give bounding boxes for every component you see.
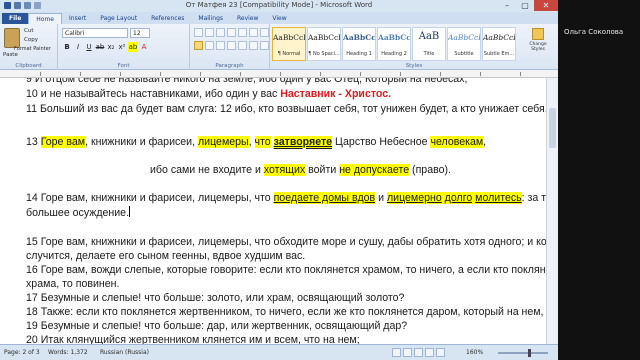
zoom-level[interactable]: 160%: [466, 349, 483, 356]
clipboard-group-label: Clipboard: [15, 63, 42, 69]
change-styles-icon: [532, 28, 544, 40]
style-heading-1[interactable]: AaBbCc Heading 1: [342, 27, 376, 61]
line-spacing-icon[interactable]: [238, 41, 247, 50]
minimize-button[interactable]: –: [498, 0, 516, 11]
language-indicator[interactable]: Russian (Russia): [100, 349, 149, 356]
strikethrough-icon[interactable]: ab: [95, 42, 105, 52]
paragraph-group-label: Paragraph: [215, 63, 244, 69]
font-group: Calibri 12 B I U ab x₂ x² ab A Font: [58, 24, 190, 70]
superscript-icon[interactable]: x²: [117, 42, 127, 52]
tab-file[interactable]: File: [2, 13, 29, 24]
window-title: От Матфея 23 [Compatibility Mode] - Micr…: [185, 1, 373, 9]
video-call-panel: Ольга Соколова: [558, 0, 640, 360]
paste-icon[interactable]: [4, 28, 20, 48]
zoom-slider-knob[interactable]: [528, 349, 531, 357]
paragraph-group: Paragraph: [190, 24, 270, 70]
ribbon-tabs: File Home Insert Page Layout References …: [0, 12, 558, 24]
horizontal-ruler[interactable]: [0, 70, 558, 78]
tab-insert[interactable]: Insert: [62, 13, 93, 24]
verse-16-continuation: храма, то повинен.: [26, 278, 120, 290]
style-heading-2[interactable]: AaBbCc Heading 2: [377, 27, 411, 61]
align-right-icon[interactable]: [216, 41, 225, 50]
shading-icon[interactable]: [249, 41, 258, 50]
style-no-spacing[interactable]: AaBbCcDc ¶ No Spaci...: [307, 27, 341, 61]
verse-14: 14 Горе вам, книжники и фарисеи, лицемер…: [26, 192, 546, 204]
view-buttons: [392, 348, 445, 357]
tab-mailings[interactable]: Mailings: [191, 13, 230, 24]
verse-11: 11 Больший из вас да будет вам слуга: 12…: [26, 103, 546, 115]
verse-10: 10 и не называйтесь наставниками, ибо од…: [26, 88, 392, 100]
numbering-icon[interactable]: [205, 28, 214, 37]
format-painter-button[interactable]: Format Painter: [14, 46, 51, 52]
participant-name: Ольга Соколова: [564, 28, 624, 36]
document-page[interactable]: 9 И отцом себе не называйте никого на зе…: [0, 78, 546, 344]
tab-references[interactable]: References: [144, 13, 191, 24]
bullets-icon[interactable]: [194, 28, 203, 37]
tab-review[interactable]: Review: [230, 13, 265, 24]
verse-19: 19 Безумные и слепые! что больше: дар, и…: [26, 320, 408, 332]
font-group-label: Font: [117, 63, 130, 69]
verse-15-continuation: случится, делаете его сыном геенны, вдво…: [26, 250, 306, 262]
text-cursor: [129, 206, 131, 217]
page-count[interactable]: Page: 2 of 3: [4, 349, 40, 356]
align-center-icon[interactable]: [205, 41, 214, 50]
word-window: От Матфея 23 [Compatibility Mode] - Micr…: [0, 0, 558, 360]
tab-page-layout[interactable]: Page Layout: [93, 13, 144, 24]
copy-button[interactable]: Copy: [24, 37, 38, 43]
verse-18: 18 Также: если кто поклянется жертвенник…: [26, 306, 546, 318]
clipboard-group: Paste Cut Copy Format Painter Clipboard: [0, 24, 58, 70]
font-color-icon[interactable]: A: [139, 42, 149, 52]
verse-15: 15 Горе вам, книжники и фарисеи, лицемер…: [26, 236, 546, 248]
increase-indent-icon[interactable]: [238, 28, 247, 37]
align-left-icon[interactable]: [194, 41, 203, 50]
subscript-icon[interactable]: x₂: [106, 42, 116, 52]
justify-icon[interactable]: [227, 41, 236, 50]
verse-13: 13 Горе вам, книжники и фарисеи, лицемер…: [26, 136, 487, 148]
tab-home[interactable]: Home: [28, 13, 62, 24]
highlight-icon[interactable]: ab: [128, 42, 138, 52]
full-screen-button[interactable]: [403, 348, 412, 357]
close-button[interactable]: ✕: [534, 0, 558, 11]
style-normal[interactable]: AaBbCcDc ¶ Normal: [272, 27, 306, 61]
title-bar: От Матфея 23 [Compatibility Mode] - Micr…: [0, 0, 558, 12]
borders-icon[interactable]: [260, 41, 269, 50]
paste-label[interactable]: Paste: [3, 52, 18, 58]
outline-button[interactable]: [425, 348, 434, 357]
styles-group-label: Styles: [405, 63, 423, 69]
style-subtle-emphasis[interactable]: AaBbCcDc Subtle Em...: [482, 27, 516, 61]
zoom-slider[interactable]: [498, 349, 548, 357]
styles-gallery: AaBbCcDc ¶ Normal AaBbCcDc ¶ No Spaci...…: [272, 27, 516, 61]
underline-icon[interactable]: U: [84, 42, 94, 52]
ribbon: Paste Cut Copy Format Painter Clipboard …: [0, 24, 558, 70]
verse-14-continuation: большее осуждение.: [26, 206, 131, 219]
multilevel-list-icon[interactable]: [216, 28, 225, 37]
change-styles-button[interactable]: Change Styles: [523, 28, 553, 58]
tab-view[interactable]: View: [265, 13, 293, 24]
style-title[interactable]: AaB Title: [412, 27, 446, 61]
print-layout-button[interactable]: [392, 348, 401, 357]
scrollbar-thumb[interactable]: [549, 108, 556, 148]
draft-button[interactable]: [436, 348, 445, 357]
bold-icon[interactable]: B: [62, 42, 72, 52]
cut-button[interactable]: Cut: [24, 28, 33, 34]
web-layout-button[interactable]: [414, 348, 423, 357]
verse-20: 20 Итак клянущийся жертвенником клянется…: [26, 334, 360, 344]
style-subtitle[interactable]: AaBbCcI Subtitle: [447, 27, 481, 61]
verse-17: 17 Безумные и слепые! что больше: золото…: [26, 292, 405, 304]
sort-icon[interactable]: [249, 28, 258, 37]
vertical-scrollbar[interactable]: [546, 78, 558, 344]
font-name-box[interactable]: Calibri: [62, 28, 128, 38]
font-size-box[interactable]: 12: [130, 28, 150, 38]
highlighted-teacher: Наставник - Христос.: [280, 88, 392, 100]
verse-16: 16 Горе вам, вожди слепые, которые говор…: [26, 264, 546, 276]
italic-icon[interactable]: I: [73, 42, 83, 52]
change-styles-label: Change Styles: [529, 42, 547, 52]
verse-9: 9 И отцом себе не называйте никого на зе…: [26, 78, 468, 85]
verse-13-continuation: ибо сами не входите и хотящих войти не д…: [150, 164, 451, 176]
decrease-indent-icon[interactable]: [227, 28, 236, 37]
show-marks-icon[interactable]: [260, 28, 269, 37]
maximize-button[interactable]: ▢: [516, 0, 534, 11]
word-count[interactable]: Words: 1,372: [48, 349, 88, 356]
status-bar: Page: 2 of 3 Words: 1,372 Russian (Russi…: [0, 344, 558, 360]
